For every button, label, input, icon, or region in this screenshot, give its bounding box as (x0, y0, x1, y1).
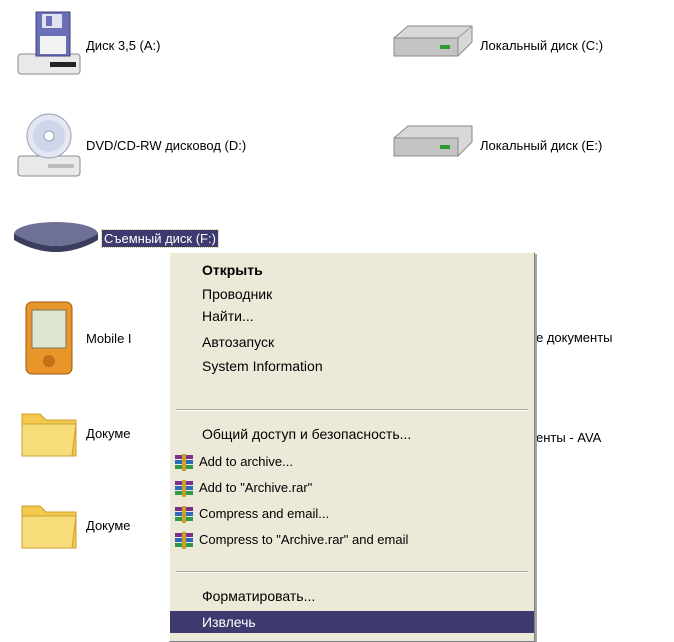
drive-label: Диск 3,5 (A:) (86, 37, 161, 53)
menu-separator (176, 409, 528, 411)
drive-label: Локальный диск (E:) (480, 137, 603, 153)
drive-label: Съемный диск (F:) (101, 228, 219, 248)
menu-item-label: Add to "Archive.rar" (199, 480, 313, 495)
menu-item-label: Compress and email... (199, 506, 330, 521)
winrar-icon (175, 506, 193, 523)
folder-icon (14, 398, 84, 468)
menu-item-eject[interactable]: Извлечь (170, 611, 534, 633)
winrar-icon (175, 532, 193, 549)
item-label[interactable]: енты - AVA (536, 430, 601, 445)
menu-separator (176, 571, 528, 573)
dvd-drive-icon (14, 110, 84, 180)
menu-item-add-to-archive[interactable]: Add to archive... (170, 451, 534, 473)
drive-e[interactable]: Локальный диск (E:) (388, 110, 602, 180)
menu-item-label: Compress to "Archive.rar" and email (199, 532, 409, 547)
hard-drive-icon (388, 110, 478, 180)
drive-label: Локальный диск (C:) (480, 37, 604, 53)
drive-c[interactable]: Локальный диск (C:) (388, 10, 603, 80)
hard-drive-icon (388, 10, 478, 80)
winrar-icon (175, 480, 193, 497)
folder-1[interactable]: Докуме (14, 398, 131, 468)
item-label: Mobile I (86, 330, 132, 346)
menu-item-find[interactable]: Найти... (170, 305, 534, 327)
removable-drive-icon (10, 208, 100, 268)
winrar-icon (175, 454, 193, 471)
item-label[interactable]: е документы (536, 330, 613, 345)
menu-item-compress-and-email[interactable]: Compress and email... (170, 503, 534, 525)
drive-label: DVD/CD-RW дисковод (D:) (86, 137, 247, 153)
menu-item-label: Add to archive... (199, 454, 293, 469)
menu-item-sharing-security[interactable]: Общий доступ и безопасность... (170, 423, 534, 445)
pda-icon (14, 298, 84, 378)
mobile-device[interactable]: Mobile I (14, 298, 132, 378)
menu-item-compress-rar-and-email[interactable]: Compress to "Archive.rar" and email (170, 529, 534, 551)
drive-a[interactable]: Диск 3,5 (A:) (14, 10, 161, 80)
floppy-drive-icon (14, 10, 84, 80)
context-menu: Открыть Проводник Найти... Автозапуск Sy… (169, 252, 535, 642)
folder-2[interactable]: Докуме (14, 490, 131, 560)
menu-item-autoplay[interactable]: Автозапуск (170, 331, 534, 353)
menu-item-add-to-archive-rar[interactable]: Add to "Archive.rar" (170, 477, 534, 499)
menu-item-explorer[interactable]: Проводник (170, 283, 534, 305)
folder-icon (14, 490, 84, 560)
menu-item-format[interactable]: Форматировать... (170, 585, 534, 607)
item-label: Докуме (86, 517, 131, 533)
item-label: Докуме (86, 425, 131, 441)
drive-d[interactable]: DVD/CD-RW дисковод (D:) (14, 110, 246, 180)
menu-item-system-information[interactable]: System Information (170, 355, 534, 377)
menu-item-open[interactable]: Открыть (170, 259, 534, 281)
